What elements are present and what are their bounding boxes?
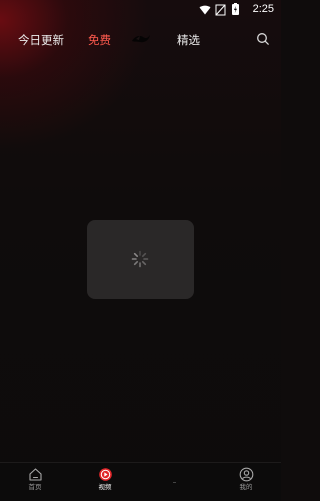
user-icon <box>239 467 253 482</box>
top-nav: 今日更新 免费 精选 <box>0 30 281 50</box>
status-bar: 2:25 <box>0 0 281 20</box>
bottom-tab-video-label: 视频 <box>98 483 112 491</box>
status-time: 2:25 <box>252 3 274 15</box>
home-icon <box>28 468 42 481</box>
bottom-tab-profile-label: 我的 <box>239 483 253 491</box>
tab-free[interactable]: 免费 <box>88 30 111 50</box>
bottom-tab-profile[interactable]: 我的 <box>226 467 266 492</box>
play-icon <box>98 468 112 481</box>
status-icons <box>199 3 239 16</box>
bottom-tab-video[interactable]: 视频 <box>85 467 125 492</box>
bottom-tab-home[interactable]: 首页 <box>15 467 55 492</box>
loading-spinner-icon <box>131 250 149 268</box>
wifi-icon <box>199 5 211 15</box>
bottom-tab-bar: 首页 视频 我的 <box>0 462 281 501</box>
brand-logo-icon[interactable] <box>131 33 151 45</box>
search-icon[interactable] <box>255 31 271 47</box>
battery-icon <box>232 3 239 15</box>
bottom-tab-home-label: 首页 <box>28 483 42 491</box>
tab-featured[interactable]: 精选 <box>177 30 200 50</box>
loading-card <box>87 220 194 299</box>
signal-icon <box>215 4 226 16</box>
tab-today-updates[interactable]: 今日更新 <box>18 30 64 50</box>
center-dot <box>173 482 176 483</box>
